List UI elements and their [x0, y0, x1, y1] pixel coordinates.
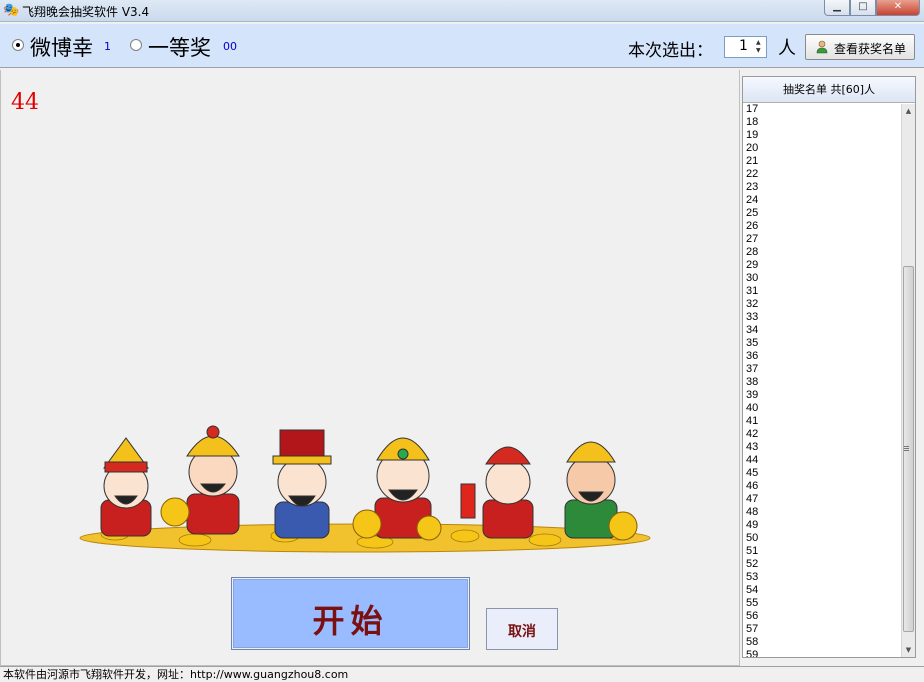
list-item[interactable]: 33 [746, 311, 758, 324]
participant-list-items: 17 18 19 20 21 22 23 24 25 26 27 28 29 30 31 32 33 34 35 36… [746, 104, 758, 657]
select-count-spinner[interactable]: 1 ▲ ▼ [724, 36, 767, 58]
list-item[interactable]: 28 [746, 246, 758, 259]
scroll-down-icon[interactable]: ▼ [902, 643, 915, 657]
list-item[interactable]: 19 [746, 129, 758, 142]
select-count-label: 本次选出： [628, 41, 713, 61]
list-item[interactable]: 32 [746, 298, 758, 311]
list-item[interactable]: 42 [746, 428, 758, 441]
view-winners-label: 查看获奖名单 [834, 42, 907, 56]
list-item[interactable]: 25 [746, 207, 758, 220]
spinner-arrows-icon[interactable]: ▲ ▼ [756, 39, 764, 55]
list-item[interactable]: 39 [746, 389, 758, 402]
list-item[interactable]: 36 [746, 350, 758, 363]
list-item[interactable]: 38 [746, 376, 758, 389]
list-item[interactable]: 18 [746, 116, 758, 129]
prize-radio-weibo[interactable] [12, 39, 24, 51]
list-item[interactable]: 58 [746, 636, 758, 649]
list-item[interactable]: 35 [746, 337, 758, 350]
status-bar: 本软件由河源市飞翔软件开发，网址：http://www.guangzhou8.c… [0, 666, 924, 682]
scroll-grip-icon [904, 446, 909, 447]
cancel-label: 取消 [508, 624, 536, 640]
list-item[interactable]: 50 [746, 532, 758, 545]
start-button[interactable]: 开始 [231, 577, 470, 650]
list-item[interactable]: 43 [746, 441, 758, 454]
fortune-gods-illustration [79, 425, 651, 553]
select-count-value: 1 [739, 38, 748, 54]
list-item[interactable]: 21 [746, 155, 758, 168]
prize-radio-first[interactable] [130, 39, 142, 51]
scroll-up-icon[interactable]: ▲ [902, 104, 915, 118]
maximize-button[interactable]: □ [850, 0, 876, 16]
participant-list-header[interactable]: 抽奖名单 共[60]人 [743, 77, 915, 103]
list-item[interactable]: 54 [746, 584, 758, 597]
cancel-button[interactable]: 取消 [486, 608, 558, 650]
list-item[interactable]: 23 [746, 181, 758, 194]
list-item[interactable]: 20 [746, 142, 758, 155]
list-item[interactable]: 56 [746, 610, 758, 623]
list-item[interactable]: 47 [746, 493, 758, 506]
current-draw-number: 44 [11, 90, 39, 115]
list-item[interactable]: 41 [746, 415, 758, 428]
list-item[interactable]: 51 [746, 545, 758, 558]
draw-area: 44 开始 取消 [0, 70, 740, 666]
prize-label-weibo[interactable]: 微博幸 [30, 32, 93, 62]
participant-list-panel: 抽奖名单 共[60]人 17 18 19 20 21 22 23 24 25 26 27 28 29 30… [742, 76, 916, 658]
user-icon [816, 40, 828, 54]
prize-sub-weibo: 1 [104, 40, 111, 53]
prize-label-first[interactable]: 一等奖 [148, 32, 211, 62]
list-item[interactable]: 46 [746, 480, 758, 493]
toolbar: 微博幸 1 一等奖 00 本次选出： 1 ▲ ▼ 人 查看获奖名单 [0, 24, 924, 68]
list-item[interactable]: 52 [746, 558, 758, 571]
list-item[interactable]: 24 [746, 194, 758, 207]
list-item[interactable]: 45 [746, 467, 758, 480]
list-item[interactable]: 49 [746, 519, 758, 532]
unit-label: 人 [778, 38, 796, 59]
close-button[interactable]: ✕ [876, 0, 920, 16]
list-item[interactable]: 57 [746, 623, 758, 636]
list-item[interactable]: 31 [746, 285, 758, 298]
participant-list[interactable]: 17 18 19 20 21 22 23 24 25 26 27 28 29 30 31 32 33 34 35 36… [743, 104, 901, 657]
list-item[interactable]: 40 [746, 402, 758, 415]
view-winners-button[interactable]: 查看获奖名单 [805, 34, 915, 60]
title-bar: 🎭 飞翔晚会抽奖软件 V3.4 ▁ □ ✕ [0, 0, 924, 22]
list-item[interactable]: 55 [746, 597, 758, 610]
app-icon: 🎭 [3, 3, 20, 18]
list-item[interactable]: 29 [746, 259, 758, 272]
scroll-thumb[interactable] [903, 266, 914, 632]
list-item[interactable]: 22 [746, 168, 758, 181]
window-title: 飞翔晚会抽奖软件 V3.4 [22, 5, 150, 19]
list-item[interactable]: 48 [746, 506, 758, 519]
list-item[interactable]: 30 [746, 272, 758, 285]
list-item[interactable]: 37 [746, 363, 758, 376]
list-item[interactable]: 17 [746, 104, 758, 116]
list-item[interactable]: 27 [746, 233, 758, 246]
list-item[interactable]: 59 [746, 649, 758, 657]
window-controls: ▁ □ ✕ [824, 0, 920, 16]
prize-sub-first: 00 [223, 40, 237, 53]
list-item[interactable]: 26 [746, 220, 758, 233]
start-label: 开始 [312, 602, 389, 640]
list-item[interactable]: 44 [746, 454, 758, 467]
list-item[interactable]: 34 [746, 324, 758, 337]
list-scrollbar[interactable]: ▲ ▼ [901, 104, 915, 657]
minimize-button[interactable]: ▁ [824, 0, 850, 16]
list-item[interactable]: 53 [746, 571, 758, 584]
